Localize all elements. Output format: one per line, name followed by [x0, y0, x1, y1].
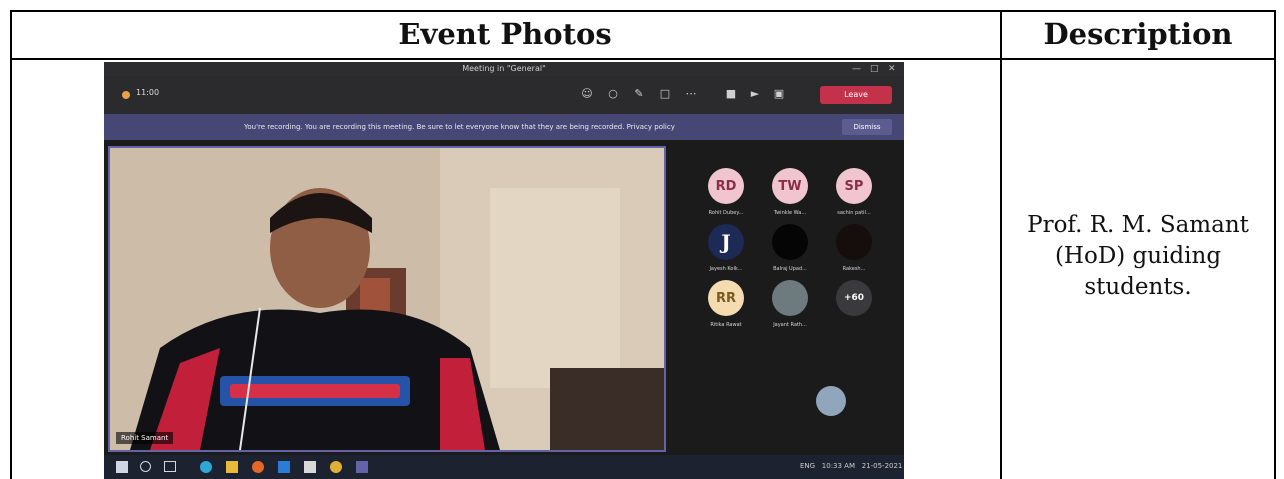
participant-name: Jayant Rath... — [773, 322, 807, 328]
more-icon: ⋯ — [685, 87, 697, 100]
participant-tile: +60 — [824, 280, 884, 340]
share-icon: ▣ — [773, 87, 785, 100]
participant-avatar: J — [708, 224, 744, 260]
recording-banner-text: You're recording. You are recording this… — [244, 123, 675, 131]
more-participants-badge: +60 — [836, 280, 872, 316]
presenter-name-label: Rohit Samant — [116, 432, 174, 444]
participant-avatar: RR — [708, 280, 744, 316]
minimize-icon: — — [852, 64, 861, 74]
meeting-timer: 11:00 — [136, 88, 160, 97]
edge-icon — [200, 461, 212, 473]
task-view-icon — [164, 461, 176, 472]
description-line-2: (HoD) guiding — [1054, 243, 1222, 269]
participant-avatar: RD — [708, 168, 744, 204]
participant-name: Balraj Upad... — [773, 266, 807, 272]
description-line-1: Prof. R. M. Samant — [1027, 212, 1249, 238]
presenter-video-image — [110, 148, 664, 450]
participant-name: Ritika Rawat — [710, 322, 742, 328]
participant-name: Rakesh... — [842, 266, 866, 272]
participant-tile: Jayant Rath... — [760, 280, 820, 340]
dismiss-button: Dismiss — [842, 119, 892, 135]
participant-name: sachin patil... — [837, 210, 871, 216]
participant-tile: RR Ritika Rawat — [696, 280, 756, 340]
meeting-toolbar: 11:00 ☺ ○ ✎ □ ⋯ ■ ► ▣ Leave — [104, 76, 904, 114]
participant-tile: RD Rohit Dubey... — [696, 168, 756, 228]
mic-icon: ► — [750, 87, 760, 100]
store-icon — [304, 461, 316, 473]
participant-avatar: SP — [836, 168, 872, 204]
participant-tile: J Jayesh Kolk... — [696, 224, 756, 284]
chat-icon: ○ — [608, 87, 618, 100]
file-explorer-icon — [226, 461, 238, 473]
rooms-icon: □ — [659, 87, 671, 100]
window-title: Meeting in "General" — [104, 62, 904, 76]
main-video-feed: Rohit Samant — [108, 146, 666, 452]
tray-date: 21-05-2021 — [861, 462, 903, 470]
header-event-photos: Event Photos — [398, 17, 612, 51]
table-left-border — [10, 10, 12, 479]
participant-tile: Balraj Upad... — [760, 224, 820, 284]
mail-icon — [278, 461, 290, 473]
description-cell: Prof. R. M. Samant (HoD) guiding student… — [1002, 210, 1274, 303]
meeting-stage: Rohit Samant RD Rohit Dubey... TW Twinkl… — [104, 140, 904, 455]
participant-tile: SP sachin patil... — [824, 168, 884, 228]
participants-icon: ☺ — [581, 87, 593, 100]
event-photo-teams-screenshot: Meeting in "General" — □ ✕ 11:00 ☺ ○ ✎ □… — [104, 62, 904, 479]
system-tray: ENG 10:33 AM 21-05-2021 — [800, 462, 902, 470]
header-bottom-border — [10, 58, 1276, 60]
close-icon: ✕ — [888, 64, 896, 74]
participant-name: Jayesh Kolk... — [709, 266, 743, 272]
participant-avatar: TW — [772, 168, 808, 204]
leave-button: Leave — [820, 86, 892, 104]
reactions-icon: ✎ — [634, 87, 644, 100]
participant-avatar — [836, 224, 872, 260]
description-line-3: students. — [1084, 274, 1192, 300]
chrome-icon — [330, 461, 342, 473]
table-right-border — [1274, 10, 1276, 479]
participant-tile: Rakesh... — [824, 224, 884, 284]
windows-start-icon — [116, 461, 128, 473]
header-description: Description — [1043, 17, 1233, 51]
search-icon — [140, 461, 151, 472]
participant-name: Rohit Dubey... — [708, 210, 744, 216]
maximize-icon: □ — [870, 64, 879, 74]
recording-icon — [122, 91, 130, 99]
participant-avatar — [772, 224, 808, 260]
camera-icon: ■ — [725, 87, 737, 100]
firefox-icon — [252, 461, 264, 473]
participant-tile: TW Twinkle Wa... — [760, 168, 820, 228]
self-view-avatar — [816, 386, 846, 416]
tray-time: 10:33 AM — [821, 462, 856, 470]
tray-language: ENG — [800, 462, 816, 470]
participant-name: Twinkle Wa... — [773, 210, 807, 216]
participant-avatar — [772, 280, 808, 316]
windows-taskbar: ENG 10:33 AM 21-05-2021 — [104, 455, 904, 479]
teams-icon — [356, 461, 368, 473]
recording-banner: You're recording. You are recording this… — [104, 114, 904, 140]
